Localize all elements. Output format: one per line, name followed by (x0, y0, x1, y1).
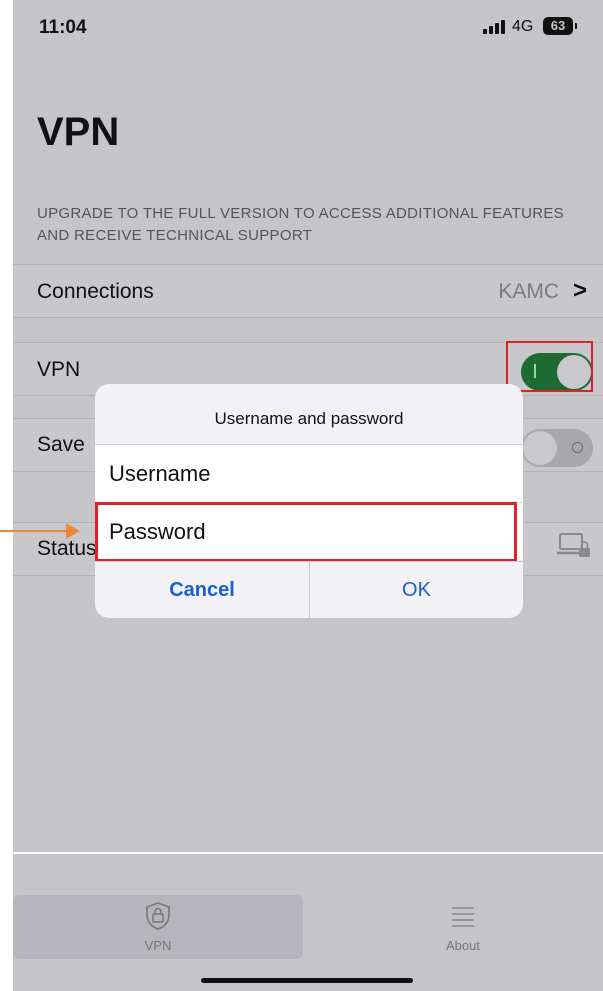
battery-tip (575, 23, 577, 29)
toggle-knob (523, 431, 557, 465)
shield-lock-icon (146, 902, 170, 930)
battery-icon: 63 (543, 17, 573, 35)
status-bar: 11:04 4G 63 (13, 0, 603, 50)
dialog-buttons: Cancel OK (95, 561, 523, 618)
tab-about-label: About (446, 938, 480, 953)
home-indicator (201, 978, 413, 983)
page-title: VPN (37, 110, 120, 154)
network-type: 4G (512, 18, 534, 35)
tab-vpn-label: VPN (144, 938, 172, 953)
signal-icon (483, 20, 505, 34)
credentials-dialog: Username and password Username Password … (95, 384, 523, 618)
tabbar-divider (13, 852, 603, 854)
annotation-arrow-head (66, 523, 80, 539)
connections-label: Connections (37, 280, 154, 303)
username-placeholder: Username (109, 461, 211, 486)
vpn-toggle-highlight (506, 341, 593, 392)
vpn-label: VPN (37, 358, 81, 381)
upgrade-notice: UPGRADE TO THE FULL VERSION TO ACCESS AD… (37, 205, 564, 244)
dialog-title: Username and password (214, 409, 404, 428)
ok-button[interactable]: OK (310, 562, 523, 618)
save-toggle[interactable] (521, 429, 593, 467)
connections-row[interactable]: Connections KAMC > (13, 264, 603, 318)
tab-about[interactable]: About (323, 895, 603, 959)
status-time: 11:04 (39, 17, 87, 38)
password-field-highlight (95, 502, 517, 562)
annotation-arrow (0, 530, 76, 532)
toggle-off-mark (572, 442, 583, 453)
status-label: Status (37, 537, 97, 560)
save-label: Save (37, 433, 85, 456)
tab-vpn[interactable]: VPN (13, 895, 303, 959)
username-field[interactable]: Username (95, 444, 523, 502)
phone-screen: 11:04 4G 63 VPN UPGRADE TO THE FULL VERS… (13, 0, 603, 991)
cancel-button[interactable]: Cancel (95, 562, 310, 618)
connections-value: KAMC (498, 280, 559, 303)
list-icon (452, 907, 474, 927)
chevron-right-icon: > (572, 277, 587, 304)
computer-lock-icon (557, 533, 590, 557)
